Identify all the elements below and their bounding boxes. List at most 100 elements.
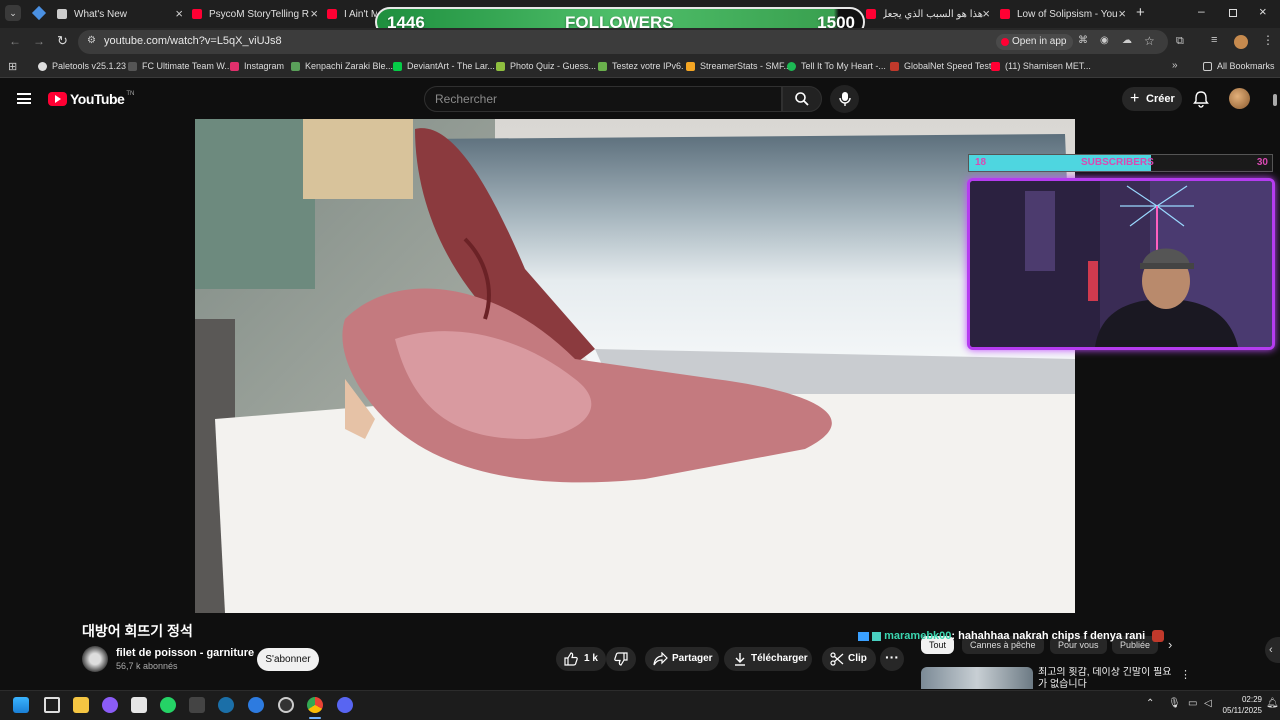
bookmark-item[interactable]: Kenpachi Zaraki Ble... (291, 61, 393, 71)
subscribers-label: SUBSCRIBERS (1081, 157, 1154, 168)
chips-next-arrow[interactable]: ‹ (1265, 637, 1280, 663)
bookmarks-bar: ⊞ Paletools v25.1.23 FC Ultimate Team W.… (0, 56, 1280, 78)
tab-solipsism[interactable]: Low of Solipsism - YouT × (1000, 4, 1130, 24)
channel-name[interactable]: filet de poisson - garniture (116, 647, 254, 659)
bookmark-icon (291, 61, 300, 71)
youtube-icon (1000, 9, 1010, 19)
network-icon[interactable]: ▭ (1188, 698, 1197, 709)
hamburger-menu-icon[interactable] (17, 93, 31, 104)
app-icon[interactable] (248, 697, 264, 713)
whatsapp-icon[interactable] (160, 697, 176, 713)
bookmark-item[interactable]: DeviantArt - The Lar... (393, 61, 495, 71)
subscribe-button[interactable]: S'abonner (257, 648, 319, 671)
bookmark-item[interactable]: (11) Shamisen MET... (991, 61, 1091, 71)
more-actions-button[interactable]: ··· (880, 647, 904, 671)
bookmark-item[interactable]: Testez votre IPv6. (598, 61, 684, 71)
microphone-icon[interactable]: 🎙︎ (1168, 698, 1181, 709)
account-avatar[interactable] (1229, 88, 1250, 109)
chevron-right-icon[interactable]: › (1168, 637, 1172, 652)
close-window-button[interactable]: × (1259, 4, 1267, 19)
youtube-logo[interactable]: YouTube TN (48, 91, 134, 107)
bookmark-item[interactable]: StreamerStats - SMF... (686, 61, 791, 71)
minimize-button[interactable]: – (1198, 4, 1205, 18)
voice-search-button[interactable] (830, 85, 859, 113)
region-code: TN (126, 91, 135, 97)
active-app-indicator (309, 717, 321, 719)
chevron-right-icon[interactable]: » (1172, 60, 1178, 71)
app-icon[interactable] (102, 697, 118, 713)
close-icon[interactable]: × (1118, 6, 1126, 21)
bookmark-star-icon[interactable]: ☆ (1144, 34, 1155, 48)
bookmark-label: Paletools v25.1.23 (52, 61, 127, 71)
new-tab-button[interactable]: + (1136, 4, 1145, 21)
recommended-thumbnail[interactable] (921, 667, 1033, 689)
create-button[interactable]: + Créer (1122, 87, 1182, 111)
youtube-header: YouTube TN Rechercher + Créer (0, 79, 1280, 119)
file-explorer-icon[interactable] (73, 697, 89, 713)
youtube-icon (327, 9, 337, 19)
profile-avatar[interactable] (1234, 35, 1248, 49)
pinned-tab[interactable] (31, 5, 47, 21)
tab-arabic[interactable]: هذا هو السبب الذي يجعل × (866, 4, 994, 24)
bookmark-item[interactable]: Photo Quiz - Guess... (496, 61, 596, 71)
notification-bell-icon[interactable]: 🔔︎ (1266, 698, 1279, 709)
video-player[interactable] (195, 119, 1075, 613)
app-icon[interactable] (131, 697, 147, 713)
reload-button[interactable]: ↻ (57, 33, 68, 49)
tab-whats-new[interactable]: What's New × (57, 4, 187, 24)
all-bookmarks[interactable]: All Bookmarks (1203, 61, 1275, 71)
chevron-up-icon[interactable]: ⌃ (1146, 698, 1154, 709)
close-icon[interactable]: × (982, 6, 990, 21)
channel-avatar[interactable] (82, 646, 108, 672)
tab-psycom[interactable]: PsycoM StoryTelling Rea × (192, 4, 322, 24)
share-button[interactable]: Partager (645, 647, 719, 671)
clip-button[interactable]: Clip (822, 647, 876, 671)
windows-start-icon[interactable] (13, 697, 29, 713)
more-menu-icon[interactable]: ⋮ (1262, 33, 1274, 47)
eye-off-icon[interactable]: ◉ (1100, 35, 1109, 46)
media-controls-icon[interactable]: ≡ (1211, 34, 1217, 46)
notifications-bell-icon[interactable] (1193, 90, 1209, 108)
system-clock[interactable]: 02:29 05/11/2025 (1223, 694, 1262, 716)
like-button[interactable]: 1 k (556, 647, 606, 671)
chrome-icon[interactable] (307, 697, 323, 713)
maximize-button[interactable] (1229, 9, 1237, 17)
dislike-button[interactable] (606, 647, 636, 671)
cloud-icon[interactable]: ☁ (1122, 35, 1132, 46)
address-bar[interactable]: ⚙ youtube.com/watch?v=L5qX_viUJs8 Open i… (78, 30, 1168, 54)
discord-icon[interactable] (337, 697, 353, 713)
recommended-title[interactable]: 최고의 횟감, 데이상 긴말이 필요 가 없습니다 (1038, 667, 1178, 690)
site-info-icon[interactable]: ⚙ (87, 35, 96, 46)
extensions-icon[interactable]: ⧉ (1176, 35, 1184, 48)
bookmark-item[interactable]: GlobalNet Speed Test (890, 61, 991, 71)
close-icon[interactable]: × (175, 6, 183, 21)
steam-icon[interactable] (218, 697, 234, 713)
spotify-icon (787, 61, 796, 71)
search-icon (795, 92, 809, 106)
tab-aint[interactable]: I Ain't M (327, 4, 377, 24)
back-button[interactable]: ← (9, 34, 21, 48)
app-icon[interactable] (189, 697, 205, 713)
bookmark-item[interactable]: Tell It To My Heart -... (787, 61, 886, 71)
bookmark-item[interactable]: FC Ultimate Team W... (128, 61, 232, 71)
translate-icon[interactable]: ⌘ (1078, 35, 1088, 46)
browser-toolbar: ← → ↻ ⚙ youtube.com/watch?v=L5qX_viUJs8 … (0, 28, 1280, 56)
more-vertical-icon[interactable]: ⋮ (1180, 668, 1191, 681)
video-frame (195, 119, 1075, 613)
download-button[interactable]: Télécharger (724, 647, 812, 671)
task-view-icon[interactable] (44, 697, 60, 713)
forward-button[interactable]: → (33, 34, 45, 48)
speaker-icon[interactable]: ◁ (1204, 698, 1212, 709)
checkbox-icon (598, 61, 607, 71)
obs-icon[interactable] (278, 697, 294, 713)
tab-search-button[interactable]: ⌄ (5, 5, 21, 21)
search-button[interactable] (782, 86, 822, 112)
url-text: youtube.com/watch?v=L5qX_viUJs8 (104, 35, 282, 47)
search-input[interactable]: Rechercher (424, 86, 782, 112)
close-icon[interactable]: × (310, 6, 318, 21)
bookmark-label: GlobalNet Speed Test (904, 61, 992, 71)
bookmark-item[interactable]: Paletools v25.1.23 (38, 61, 126, 71)
bookmark-item[interactable]: Instagram (230, 61, 284, 71)
open-in-app-button[interactable]: Open in app (996, 34, 1073, 50)
apps-grid-icon[interactable]: ⊞ (8, 60, 17, 73)
